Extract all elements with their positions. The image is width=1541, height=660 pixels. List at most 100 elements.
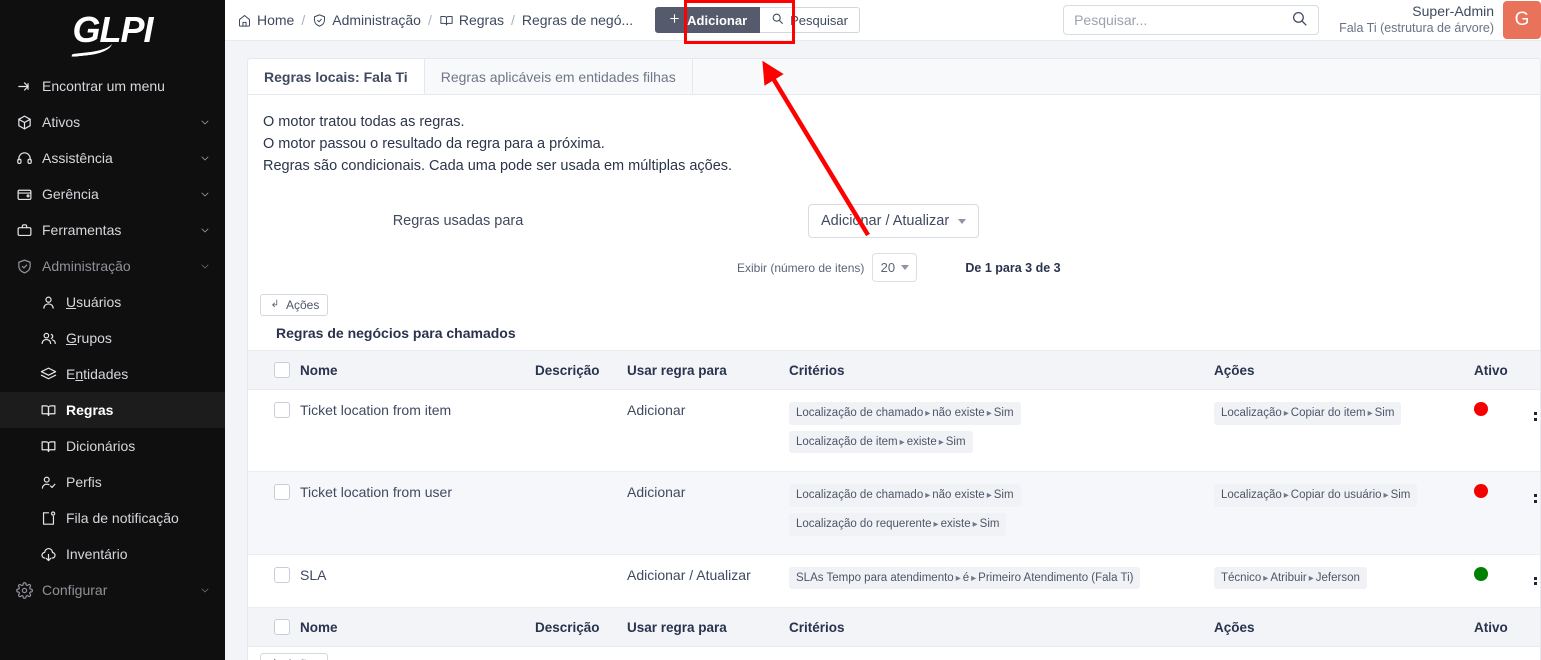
rule-name[interactable]: Ticket location from user	[300, 471, 535, 555]
select-all-checkbox[interactable]	[274, 619, 290, 636]
sidebar-item-ger-ncia[interactable]: Gerência	[0, 176, 225, 212]
table-row[interactable]: SLA Adicionar / Atualizar SLAs Tempo para …	[248, 554, 1540, 609]
actions-button-top[interactable]: Ações	[260, 294, 329, 317]
sidebar-item-configurar[interactable]: Configurar	[0, 572, 225, 608]
column-header-descri-o[interactable]: Descrição	[535, 607, 627, 648]
column-header-nome[interactable]: Nome	[300, 607, 535, 648]
tab-regras-locais-fala-ti[interactable]: Regras locais: Fala Ti	[248, 59, 425, 94]
criteria-badge[interactable]: Localização de item ▸ existe ▸ Sim	[789, 430, 973, 454]
column-header-ativo[interactable]: Ativo	[1474, 350, 1534, 391]
rules-table: Nome Descrição Usar regra para Critérios Açõ…	[248, 350, 1540, 648]
badge-arrow-icon: ▸	[972, 519, 978, 531]
arrow-right-icon	[16, 78, 42, 95]
sidebar-item-usu-rios[interactable]: Usuários	[0, 284, 225, 320]
glpi-logo[interactable]: GLPI	[0, 0, 225, 60]
action-badge[interactable]: Localização ▸ Copiar do item ▸ Sim	[1214, 402, 1402, 425]
badge-arrow-icon: ▸	[986, 490, 992, 502]
sidebar-item-ativos[interactable]: Ativos	[0, 104, 225, 140]
badge-arrow-icon: ▸	[1383, 490, 1389, 502]
sidebar-item-administra-o[interactable]: Administração	[0, 248, 225, 284]
sidebar-item-encontrar-um-menu[interactable]: Encontrar um menu	[0, 68, 225, 104]
grip-handle-icon[interactable]	[1534, 412, 1540, 421]
row-checkbox[interactable]	[274, 566, 290, 583]
badge-part: Localização	[1221, 489, 1282, 502]
search-button[interactable]: Pesquisar	[760, 7, 860, 33]
rules-used-for-row: Regras usadas para Adicionar / Atualizar	[248, 203, 1540, 239]
sidebar-item-label: Gerência	[42, 186, 99, 202]
avatar[interactable]: G	[1503, 1, 1541, 39]
tab-bar: Regras locais: Fala Ti Regras aplicáveis …	[248, 59, 1540, 95]
table-header-row: Nome Descrição Usar regra para Critérios Açõ…	[248, 607, 1540, 648]
sidebar-item-entidades[interactable]: Entidades	[0, 356, 225, 392]
sidebar-item-invent-rio[interactable]: Inventário	[0, 536, 225, 572]
actions-button-top-label: Ações	[286, 298, 320, 313]
column-header-crit-rios[interactable]: Critérios	[789, 350, 1214, 391]
tab-filler	[692, 59, 1540, 95]
add-button[interactable]: Adicionar	[655, 7, 761, 33]
breadcrumb-item-regras[interactable]: Regras	[439, 12, 504, 28]
breadcrumb-item-administra-o[interactable]: Administração	[312, 12, 421, 28]
column-header-usar-regra-para[interactable]: Usar regra para	[627, 607, 789, 648]
actions-button-bottom[interactable]: Ações	[260, 653, 329, 660]
tab-regras-aplic-veis-em-entidades-filhas[interactable]: Regras aplicáveis em entidades filhas	[424, 59, 693, 95]
badge-part: Primeiro Atendimento (Fala Ti)	[978, 571, 1134, 584]
chevron-down-icon	[958, 218, 967, 224]
badge-part: Jeferson	[1315, 571, 1360, 584]
sidebar-item-perfis[interactable]: Perfis	[0, 464, 225, 500]
breadcrumb-item-home[interactable]: Home	[237, 12, 294, 28]
row-checkbox[interactable]	[274, 484, 290, 501]
column-header-usar-regra-para[interactable]: Usar regra para	[627, 350, 789, 391]
page-size-select[interactable]: 20	[872, 253, 918, 283]
table-row[interactable]: Ticket location from item Adicionar Locali…	[248, 389, 1540, 473]
action-badge[interactable]: Técnico ▸ Atribuir ▸ Jeferson	[1214, 566, 1367, 590]
sidebar-item-dicion-rios[interactable]: Dicionários	[0, 428, 225, 464]
breadcrumb-item-regras-de-neg[interactable]: Regras de negó...	[522, 12, 633, 28]
sidebar-item-fila-de-notifica-o[interactable]: Fila de notificação	[0, 500, 225, 536]
page-size-value: 20	[880, 260, 896, 276]
grip-handle-icon[interactable]	[1534, 576, 1540, 586]
shield-icon	[16, 258, 42, 275]
sidebar-item-regras[interactable]: Regras	[0, 392, 225, 428]
column-header-nome[interactable]: Nome	[300, 350, 535, 391]
grip-handle-icon[interactable]	[1534, 494, 1540, 503]
sidebar-item-ferramentas[interactable]: Ferramentas	[0, 212, 225, 248]
sidebar-nav: Encontrar um menu Ativos Assistência Gerênc…	[0, 60, 225, 608]
criteria-badge[interactable]: SLAs Tempo para atendimento ▸ é ▸ Primeiro A…	[789, 566, 1141, 590]
rule-name[interactable]: Ticket location from item	[300, 389, 535, 473]
sidebar-item-grupos[interactable]: Grupos	[0, 320, 225, 356]
rule-criteria: Localização de chamado ▸ não existe ▸ Sim Loc…	[789, 389, 1214, 473]
column-header-descri-o[interactable]: Descrição	[535, 350, 627, 391]
table-foot: Nome Descrição Usar regra para Critérios Açõ…	[248, 607, 1540, 648]
criteria-badge[interactable]: Localização de chamado ▸ não existe ▸ Sim	[789, 402, 1021, 425]
column-header-a-es[interactable]: Ações	[1214, 350, 1474, 391]
criteria-badge[interactable]: Localização de chamado ▸ não existe ▸ Sim	[789, 484, 1021, 508]
rules-used-for-dropdown[interactable]: Adicionar / Atualizar	[808, 204, 980, 239]
plus-icon	[668, 12, 681, 28]
content-region: Regras locais: Fala Ti Regras aplicáveis …	[225, 41, 1541, 660]
select-all-cell	[248, 607, 300, 648]
rule-name[interactable]: SLA	[300, 554, 535, 609]
search-icon[interactable]	[1291, 10, 1308, 30]
row-checkbox[interactable]	[274, 402, 290, 419]
badge-part: Sim	[979, 518, 1000, 531]
action-badge[interactable]: Localização ▸ Copiar do usuário ▸ Sim	[1214, 484, 1418, 508]
user-info[interactable]: Super-Admin Fala Ti (estrutura de árvore…	[1339, 3, 1494, 36]
badge-part: Localização do requerente	[796, 518, 932, 531]
column-header-ativo[interactable]: Ativo	[1474, 607, 1534, 648]
add-button-label: Adicionar	[687, 12, 748, 28]
search-input[interactable]	[1074, 12, 1292, 28]
criteria-badge[interactable]: Localização do requerente ▸ existe ▸ Sim	[789, 513, 1007, 536]
rules-used-for-label: Regras usadas para	[392, 213, 524, 230]
sidebar-item-assist-ncia[interactable]: Assistência	[0, 140, 225, 176]
column-header-a-es[interactable]: Ações	[1214, 607, 1474, 648]
rule-actions: Localização ▸ Copiar do usuário ▸ Sim	[1214, 471, 1474, 555]
select-all-checkbox[interactable]	[274, 362, 290, 379]
column-header-crit-rios[interactable]: Critérios	[789, 607, 1214, 648]
chevron-down-icon	[199, 150, 211, 167]
global-search[interactable]	[1063, 5, 1320, 35]
badge-arrow-icon: ▸	[1263, 572, 1269, 584]
badge-part: Sim	[993, 489, 1014, 502]
table-row[interactable]: Ticket location from user Adicionar Locali…	[248, 471, 1540, 555]
breadcrumb-label: Regras de negó...	[521, 12, 634, 28]
main-area: Home / Administração / Regras / Regras de negó…	[225, 0, 1541, 660]
